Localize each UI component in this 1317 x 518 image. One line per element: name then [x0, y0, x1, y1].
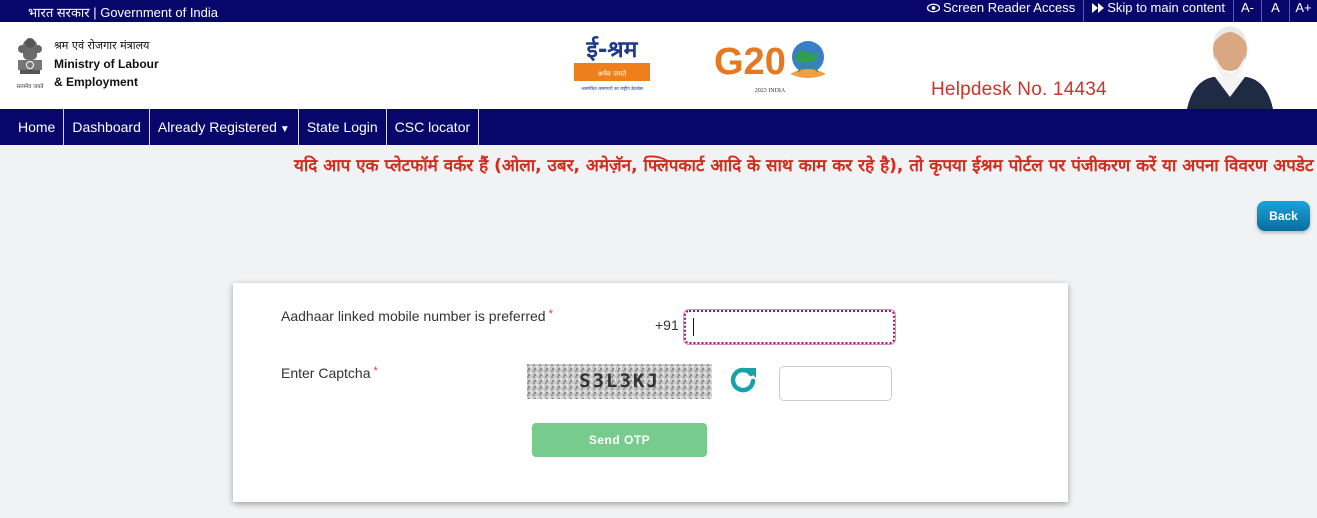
- captcha-label-text: Enter Captcha: [281, 365, 371, 381]
- accessibility-bar: Screen Reader Access Skip to main conten…: [919, 0, 1317, 22]
- notice-marquee: यदि आप एक प्लेटफॉर्म वर्कर हैं (ओला, उबर…: [0, 145, 1317, 185]
- eshram-logo[interactable]: ई-श्रम श्रमेव जयते असंगठित कामगारों का र…: [572, 33, 652, 95]
- mobile-label-text: Aadhaar linked mobile number is preferre…: [281, 308, 546, 324]
- helpdesk-number: Helpdesk No. 14434: [931, 79, 1107, 100]
- refresh-icon[interactable]: [729, 365, 757, 393]
- eye-icon: [926, 3, 940, 13]
- government-label: भारत सरकार | Government of India: [28, 5, 219, 20]
- screen-reader-link[interactable]: Screen Reader Access: [919, 0, 1083, 22]
- caret-down-icon: ▼: [279, 124, 290, 135]
- captcha-label: Enter Captcha *: [281, 365, 378, 381]
- national-emblem-icon: सत्यमेव जयते: [16, 38, 44, 90]
- send-otp-button[interactable]: Send OTP: [532, 423, 707, 457]
- fast-forward-icon: [1092, 3, 1105, 13]
- ministry-name-english-1: Ministry of Labour: [54, 57, 159, 71]
- notice-text: यदि आप एक प्लेटफॉर्म वर्कर हैं (ओला, उबर…: [294, 156, 1317, 176]
- required-mark: *: [548, 308, 553, 320]
- eshram-logo-text: ई-श्रम: [586, 35, 639, 63]
- ministry-name-hindi: श्रम एवं रोजगार मंत्रालय: [54, 39, 150, 52]
- nav-already-registered-label: Already Registered: [157, 119, 277, 135]
- captcha-input[interactable]: [779, 366, 892, 401]
- skip-content-label: Skip to main content: [1107, 0, 1225, 15]
- nav-home[interactable]: Home: [10, 109, 65, 145]
- g20-logo: G20 2023 INDIA: [714, 41, 826, 94]
- emblem-motto: सत्यमेव जयते: [16, 83, 44, 90]
- eshram-tagline: श्रमेव जयते: [598, 69, 628, 78]
- nav-already-registered[interactable]: Already Registered ▼: [150, 109, 299, 145]
- ministry-name: श्रम एवं रोजगार मंत्रालय Ministry of Lab…: [54, 37, 159, 91]
- captcha-code: S3L3KJ: [579, 370, 660, 392]
- font-decrease-button[interactable]: A-: [1233, 0, 1261, 22]
- mobile-label: Aadhaar linked mobile number is preferre…: [281, 308, 553, 324]
- required-mark: *: [373, 365, 378, 377]
- g20-logo-text: G20: [714, 41, 786, 83]
- site-header: सत्यमेव जयते श्रम एवं रोजगार मंत्रालय Mi…: [0, 22, 1317, 109]
- main-nav: Home Dashboard Already Registered ▼ State…: [0, 109, 1317, 145]
- mobile-number-input[interactable]: [684, 310, 895, 344]
- screen-reader-label: Screen Reader Access: [942, 0, 1076, 15]
- country-code: +91: [655, 317, 679, 333]
- nav-dashboard[interactable]: Dashboard: [64, 109, 150, 145]
- font-normal-button[interactable]: A: [1261, 0, 1289, 22]
- nav-state-login[interactable]: State Login: [299, 109, 387, 145]
- eshram-subtitle: असंगठित कामगारों का राष्ट्रीय डेटाबेस: [581, 85, 644, 92]
- pm-portrait: [1183, 22, 1277, 109]
- skip-content-link[interactable]: Skip to main content: [1083, 0, 1233, 22]
- top-bar: भारत सरकार | Government of India Screen …: [0, 0, 1317, 22]
- captcha-image: S3L3KJ: [527, 364, 712, 399]
- ministry-name-english-2: & Employment: [54, 75, 139, 89]
- back-button[interactable]: Back: [1257, 201, 1310, 231]
- g20-subtitle: 2023 INDIA: [755, 88, 786, 94]
- text-cursor: [693, 318, 694, 336]
- font-increase-button[interactable]: A+: [1289, 0, 1317, 22]
- nav-csc-locator[interactable]: CSC locator: [387, 109, 480, 145]
- login-form-card: Aadhaar linked mobile number is preferre…: [233, 283, 1068, 502]
